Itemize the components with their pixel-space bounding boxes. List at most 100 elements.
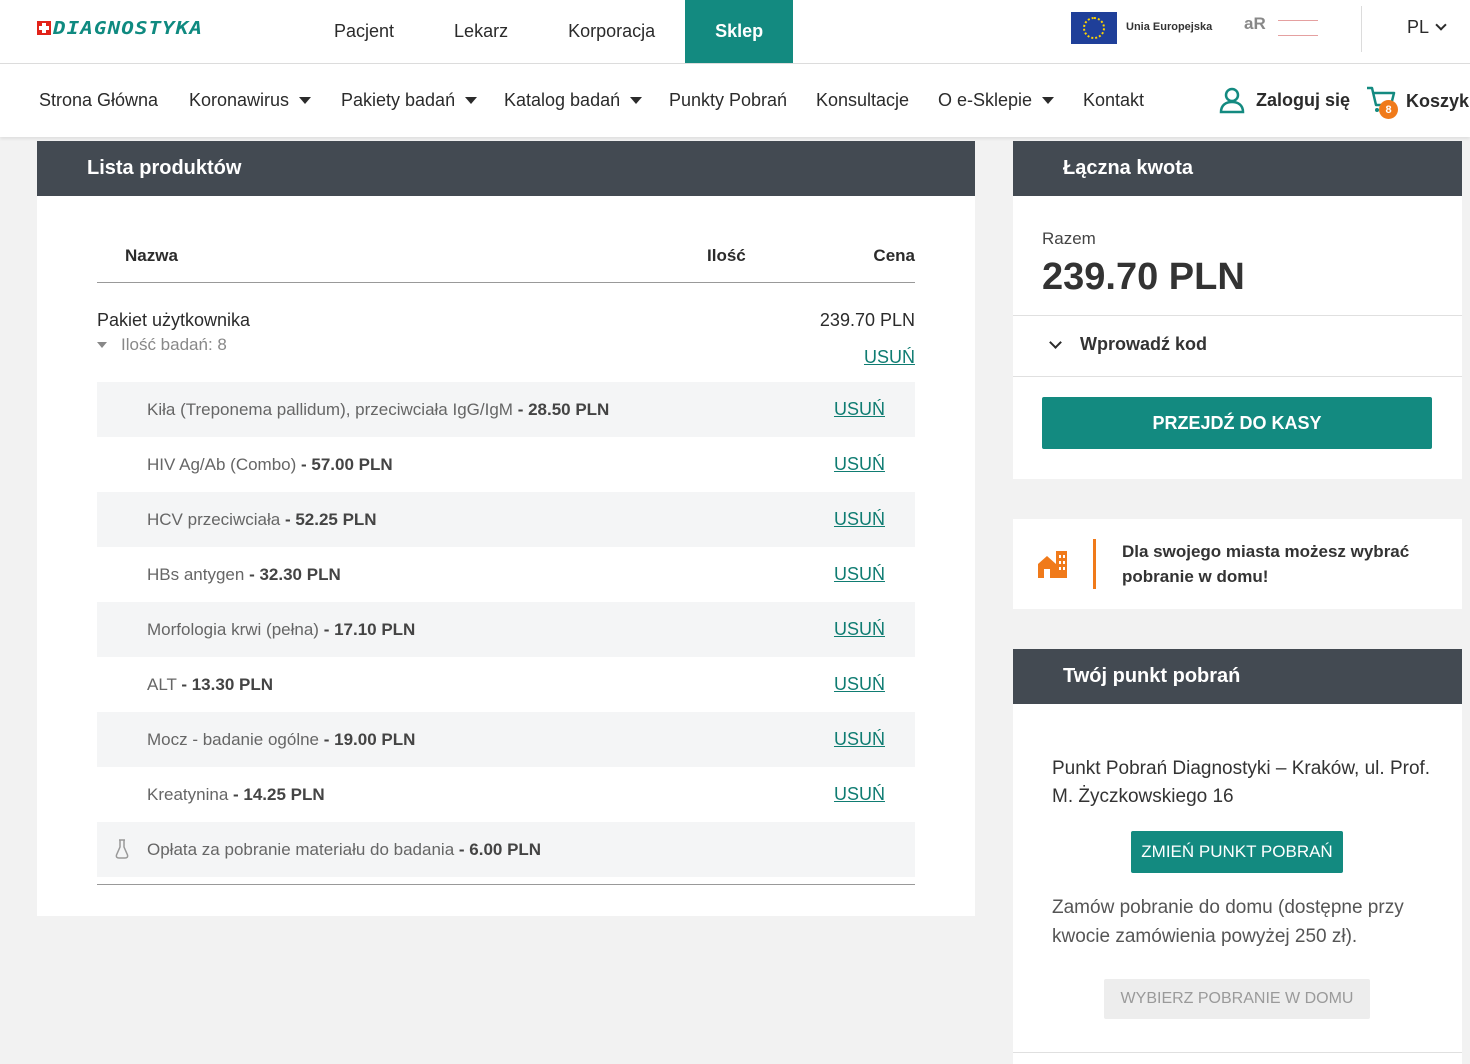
nav-label: Pakiety badań [341, 90, 456, 110]
column-price-header: Cena [873, 246, 915, 265]
remove-item-link[interactable]: USUŃ [834, 674, 885, 695]
tab-korporacja[interactable]: Korporacja [538, 0, 685, 63]
package-expand-toggle[interactable]: Ilość badań: 8 [97, 335, 227, 355]
item-price: - 17.10 PLN [323, 619, 416, 639]
caret-down-icon [97, 342, 107, 348]
item-price: - 57.00 PLN [301, 454, 393, 474]
item-name: HBs antygen [147, 564, 245, 584]
nav-o-esklepie[interactable]: O e-Sklepie [938, 90, 1055, 111]
cart-label: Koszyk [1406, 90, 1470, 111]
tab-lekarz[interactable]: Lekarz [424, 0, 538, 63]
remove-item-link[interactable]: USUŃ [834, 784, 885, 805]
remove-package-link[interactable]: USUŃ [864, 347, 915, 367]
cart-button[interactable]: 8 Koszyk [1366, 86, 1470, 119]
nav-label: Punkty Pobrań [669, 90, 788, 110]
list-item: Mocz - badanie ogólne - 19.00 PLN USUŃ [97, 712, 915, 767]
checkout-button[interactable]: PRZEJDŹ DO KASY [1042, 397, 1432, 449]
nav-strona-glowna[interactable]: Strona Główna [39, 90, 158, 111]
item-price: - 28.50 PLN [517, 399, 610, 419]
collection-point-panel: Twój punkt pobrań Punkt Pobrań Diagnosty… [1013, 649, 1462, 1064]
login-label: Zaloguj się [1256, 89, 1351, 110]
caret-down-icon [299, 97, 312, 104]
item-price: - 13.30 PLN [181, 674, 273, 694]
item-name: ALT [147, 674, 177, 694]
fee-row: Opłata za pobranie materiału do badania … [97, 822, 915, 877]
item-price: - 32.30 PLN [249, 564, 341, 584]
product-list-panel: Lista produktów Nazwa Ilość Cena Pakiet … [37, 141, 975, 916]
home-collection-button[interactable]: WYBIERZ POBRANIE W DOMU [1104, 979, 1370, 1019]
diagnostyka-logo[interactable]: DIAGNOSTYKA [37, 16, 203, 40]
item-name: Morfologia krwi (pełna) [147, 619, 319, 639]
nav-label: Kontakt [1083, 90, 1145, 110]
language-select[interactable]: PL [1407, 17, 1447, 38]
list-item: Morfologia krwi (pełna) - 17.10 PLN USUŃ [97, 602, 915, 657]
login-button[interactable]: Zaloguj się [1218, 86, 1350, 114]
info-text: Dla swojego miasta możesz wybrać pobrani… [1122, 542, 1410, 586]
nav-koronawirus[interactable]: Koronawirus [189, 90, 312, 111]
list-item: ALT - 13.30 PLN USUŃ [97, 657, 915, 712]
panel-bottom-divider [1013, 1052, 1462, 1053]
tab-sklep[interactable]: Sklep [685, 0, 794, 63]
nav-kontakt[interactable]: Kontakt [1083, 90, 1144, 111]
summary-divider [1013, 376, 1462, 377]
house-icon [1038, 551, 1067, 578]
remove-item-link[interactable]: USUŃ [834, 564, 885, 585]
eu-flag-icon [1071, 12, 1117, 44]
summary-divider [1013, 315, 1462, 316]
package-count-label: Ilość badań: 8 [121, 335, 227, 354]
cart-icon-wrap: 8 [1366, 86, 1398, 119]
nav-label: O e-Sklepie [938, 90, 1033, 110]
total-value: 239.70 PLN [1042, 256, 1245, 298]
fee-price: - 6.00 PLN [458, 839, 542, 859]
nav-konsultacje[interactable]: Konsultacje [816, 90, 909, 111]
nav-label: Koronawirus [189, 90, 290, 110]
remove-item-link[interactable]: USUŃ [834, 619, 885, 640]
collection-point-address: Punkt Pobrań Diagnostyki – Kraków, ul. P… [1052, 758, 1431, 807]
package-price: 239.70 PLN [819, 310, 915, 330]
item-price: - 52.25 PLN [284, 509, 377, 529]
item-name: Mocz - badanie ogólne [147, 729, 320, 749]
ar-logo: aR [1244, 14, 1266, 33]
caret-down-icon [465, 97, 478, 104]
caret-down-icon [1042, 97, 1055, 104]
table-header-divider [97, 282, 915, 283]
item-name: Kreatynina [147, 784, 229, 804]
ar-logo-caption [1278, 20, 1318, 36]
total-label: Razem [1042, 229, 1096, 248]
item-price: - 19.00 PLN [323, 729, 416, 749]
test-tube-icon [115, 839, 129, 859]
list-item: HCV przeciwciała - 52.25 PLN USUŃ [97, 492, 915, 547]
nav-pakiety-badan[interactable]: Pakiety badań [341, 90, 478, 111]
list-item: Kiła (Treponema pallidum), przeciwciała … [97, 382, 915, 437]
home-collection-info: Dla swojego miasta możesz wybrać pobrani… [1013, 519, 1462, 609]
item-name: HIV Ag/Ab (Combo) [147, 454, 297, 474]
list-item: HIV Ag/Ab (Combo) - 57.00 PLN USUŃ [97, 437, 915, 492]
table-bottom-divider [97, 884, 915, 885]
remove-item-link[interactable]: USUŃ [834, 399, 885, 420]
change-point-button[interactable]: ZMIEŃ PUNKT POBRAŃ [1131, 831, 1343, 873]
promo-code-toggle[interactable]: Wprowadź kod [1049, 334, 1207, 355]
fee-name: Opłata za pobranie materiału do badania [147, 839, 455, 859]
top-bar: DIAGNOSTYKA Pacjent Lekarz Korporacja Sk… [0, 0, 1470, 64]
column-name-header: Nazwa [125, 246, 178, 265]
item-name: HCV przeciwciała [147, 509, 281, 529]
nav-label: Konsultacje [816, 90, 910, 110]
nav-katalog-badan[interactable]: Katalog badań [504, 90, 643, 111]
total-panel: Łączna kwota Razem 239.70 PLN Wprowadź k… [1013, 141, 1462, 479]
nav-punkty-pobran[interactable]: Punkty Pobrań [669, 90, 787, 111]
remove-item-link[interactable]: USUŃ [834, 729, 885, 750]
audience-tabs: Pacjent Lekarz Korporacja Sklep [304, 0, 794, 63]
chevron-down-icon [1435, 19, 1447, 31]
info-divider [1093, 539, 1096, 589]
remove-item-link[interactable]: USUŃ [834, 454, 885, 475]
home-collection-text: Zamów pobranie do domu (dostępne przy kw… [1052, 897, 1404, 947]
total-title: Łączna kwota [1013, 141, 1462, 196]
user-icon [1219, 87, 1245, 114]
remove-item-link[interactable]: USUŃ [834, 509, 885, 530]
red-cross-icon [37, 21, 51, 35]
tab-pacjent[interactable]: Pacjent [304, 0, 424, 63]
list-item: HBs antygen - 32.30 PLN USUŃ [97, 547, 915, 602]
promo-code-label: Wprowadź kod [1080, 334, 1207, 354]
package-name: Pakiet użytkownika [97, 310, 251, 330]
column-qty-header: Ilość [707, 246, 746, 265]
